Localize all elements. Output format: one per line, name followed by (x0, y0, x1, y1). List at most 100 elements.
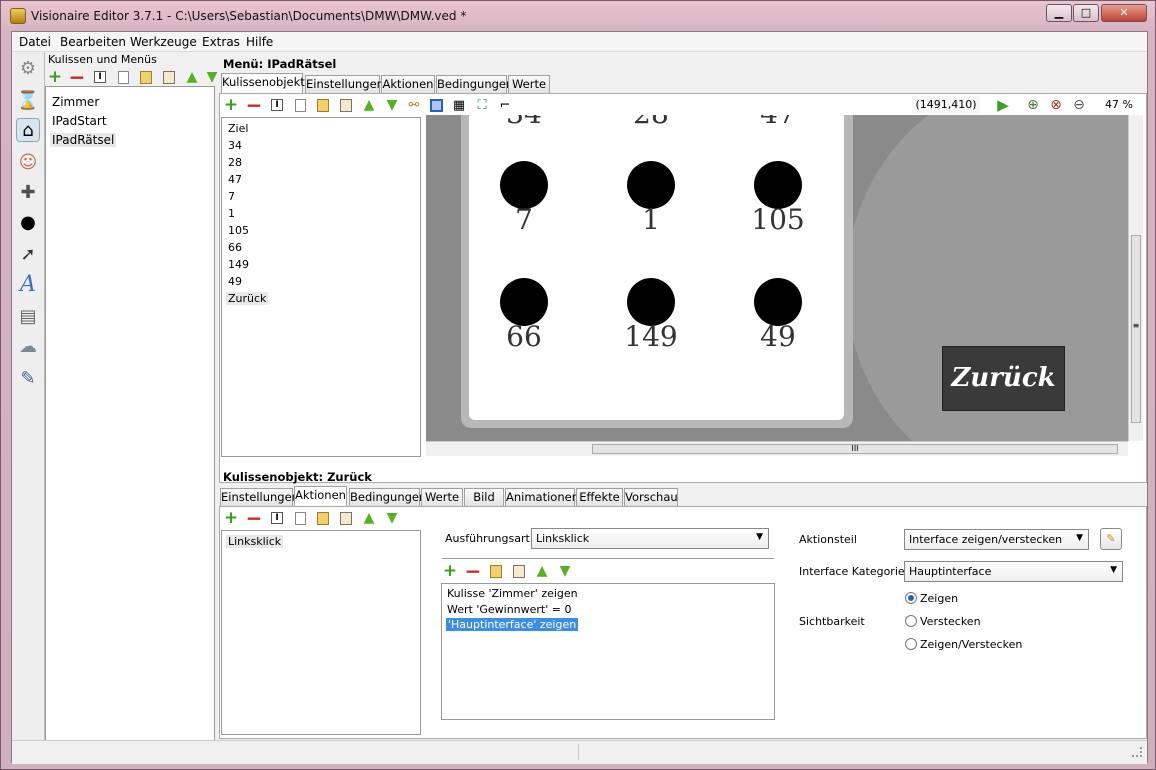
scene-item-zimmer[interactable]: Zimmer (52, 95, 99, 109)
object-item[interactable]: 1 (228, 207, 235, 220)
move-up-object-icon[interactable]: ▲ (360, 96, 378, 114)
crop-icon[interactable]: ⌐ (496, 96, 514, 114)
tab-werte[interactable]: Werte (508, 75, 550, 93)
menu-hilfe[interactable]: Hilfe (246, 35, 273, 49)
radio-zeigen[interactable] (905, 592, 917, 604)
resize-grip-icon[interactable] (1132, 747, 1142, 757)
interface-kategorie-select[interactable]: Hauptinterface ▼ (904, 561, 1123, 582)
zoom-reset-icon[interactable]: ⊗ (1047, 96, 1065, 114)
paste-action-icon[interactable] (314, 509, 332, 527)
clipboard-icon[interactable] (160, 68, 178, 86)
clipboard-action-icon[interactable] (337, 509, 355, 527)
maximize-button[interactable]: □ (1073, 4, 1099, 22)
pointer-icon[interactable]: ➚ (16, 242, 40, 266)
move-up-action-icon[interactable]: ▲ (360, 509, 378, 527)
object-item[interactable]: 66 (228, 241, 242, 254)
copy-object-icon[interactable] (291, 96, 309, 114)
object-item[interactable]: Ziel (228, 122, 248, 135)
scroll-icon[interactable]: ✎ (16, 366, 40, 390)
gamepad-icon[interactable]: ✚ (16, 180, 40, 204)
radio-zeigen-verstecken[interactable] (905, 638, 917, 650)
hourglass-icon[interactable]: ⌛ (16, 88, 40, 112)
tab-aktionen[interactable]: Aktionen (294, 486, 347, 506)
select-area-icon[interactable] (427, 96, 445, 114)
object-item[interactable]: 47 (228, 173, 242, 186)
play-icon[interactable]: ▶ (994, 96, 1012, 114)
font-icon[interactable]: A (16, 272, 40, 297)
add-part-icon[interactable]: + (441, 562, 459, 580)
rename-action-icon[interactable]: I (268, 509, 286, 527)
tab-bedingungen[interactable]: Bedingungen (436, 75, 513, 93)
object-item-selected[interactable]: Zurück (226, 292, 269, 305)
tab-effekte[interactable]: Effekte (576, 488, 623, 506)
back-button-graphic[interactable]: Zurück (942, 346, 1065, 411)
canvas-vertical-scrollbar[interactable]: ≡ (1128, 115, 1143, 441)
tab-vorschau[interactable]: Vorschau (624, 488, 678, 506)
home-icon[interactable]: ⌂ (16, 118, 40, 142)
canvas-horizontal-scrollbar[interactable]: III (426, 441, 1128, 456)
minimize-button[interactable]: ▁ (1046, 4, 1072, 22)
action-item-selected[interactable]: Linksklick (226, 535, 284, 548)
rename-icon[interactable]: I (91, 68, 109, 86)
fit-icon[interactable]: ⛶ (473, 96, 491, 114)
paste-icon[interactable] (137, 68, 155, 86)
radio-verstecken[interactable] (905, 615, 917, 627)
clipboard-object-icon[interactable] (337, 96, 355, 114)
remove-action-icon[interactable]: − (245, 508, 263, 528)
link-icon[interactable]: ⚯ (405, 96, 423, 114)
action-part-item-selected[interactable]: 'Hauptinterface' zeigen (446, 618, 579, 631)
move-down-action-icon[interactable]: ▼ (383, 509, 401, 527)
move-down-object-icon[interactable]: ▼ (383, 96, 401, 114)
tab-animationen[interactable]: Animationen (505, 488, 579, 506)
tab-einstellungen[interactable]: Einstellungen (305, 75, 384, 93)
zoom-out-icon[interactable]: ⊖ (1070, 96, 1088, 114)
scene-item-ipadstart[interactable]: IPadStart (52, 114, 107, 128)
add-icon[interactable]: + (46, 68, 64, 86)
person-icon[interactable]: ☺ (16, 150, 40, 174)
weather-icon[interactable]: ☁ (16, 334, 40, 358)
tab-bild[interactable]: Bild (464, 488, 504, 506)
move-up-icon[interactable]: ▲ (183, 68, 201, 86)
film-icon[interactable]: ▦ (450, 96, 468, 114)
scene-canvas[interactable]: 34 28 47 7 1 105 66 149 49 Zurück (426, 115, 1128, 441)
action-part-item[interactable]: Kulisse 'Zimmer' zeigen (447, 587, 578, 600)
move-up-part-icon[interactable]: ▲ (533, 562, 551, 580)
zoom-in-icon[interactable]: ⊕ (1024, 96, 1042, 114)
add-action-icon[interactable]: + (222, 509, 240, 527)
menu-datei[interactable]: Datei (19, 35, 51, 49)
clipboard-part-icon[interactable] (510, 562, 528, 580)
close-button[interactable]: ✕ (1101, 4, 1147, 22)
tab-aktionen[interactable]: Aktionen (381, 75, 435, 93)
document-icon[interactable]: ▤ (16, 304, 40, 328)
remove-icon[interactable]: − (68, 67, 86, 87)
gear-icon[interactable]: ⚙ (16, 56, 40, 80)
tab-bedingungen[interactable]: Bedingungen (349, 488, 426, 506)
move-down-icon[interactable]: ▼ (203, 68, 221, 86)
object-item[interactable]: 149 (228, 258, 249, 271)
remove-part-icon[interactable]: − (464, 561, 482, 581)
menu-werkzeuge[interactable]: Werkzeuge (130, 35, 197, 49)
object-item[interactable]: 34 (228, 139, 242, 152)
ball-icon[interactable]: ● (16, 210, 40, 234)
menu-bearbeiten[interactable]: Bearbeiten (60, 35, 126, 49)
object-item[interactable]: 28 (228, 156, 242, 169)
action-part-item[interactable]: Wert 'Gewinnwert' = 0 (447, 603, 571, 616)
remove-object-icon[interactable]: − (245, 95, 263, 115)
tab-einstellungen[interactable]: Einstellungen (220, 488, 299, 506)
move-down-part-icon[interactable]: ▼ (556, 562, 574, 580)
edit-pencil-button[interactable]: ✎ (1100, 528, 1122, 550)
object-item[interactable]: 105 (228, 224, 249, 237)
menu-extras[interactable]: Extras (202, 35, 240, 49)
copy-action-icon[interactable] (291, 509, 309, 527)
add-object-icon[interactable]: + (222, 96, 240, 114)
tab-werte[interactable]: Werte (421, 488, 463, 506)
aktionsteil-select[interactable]: Interface zeigen/verstecken ▼ (904, 529, 1089, 550)
scrollbar-thumb[interactable]: III (592, 444, 1118, 454)
rename-object-icon[interactable]: I (268, 96, 286, 114)
tab-kulissenobjekte[interactable]: Kulissenobjekte (221, 73, 312, 93)
scrollbar-thumb[interactable]: ≡ (1131, 235, 1141, 423)
copy-icon[interactable] (114, 68, 132, 86)
paste-part-icon[interactable] (487, 562, 505, 580)
paste-object-icon[interactable] (314, 96, 332, 114)
ausfuehrungsart-select[interactable]: Linksklick ▼ (531, 528, 769, 549)
